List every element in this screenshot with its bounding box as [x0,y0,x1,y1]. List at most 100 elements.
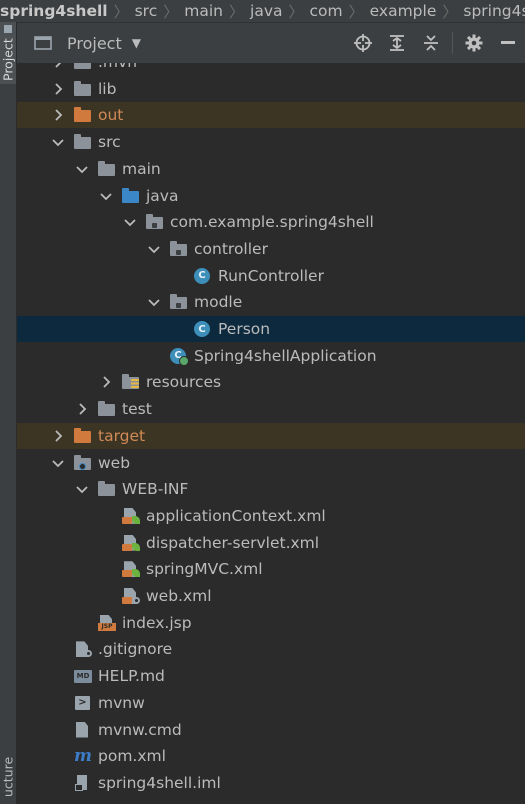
tree-row[interactable]: WEB-INF [17,476,525,502]
package-icon [170,294,188,310]
tree-row[interactable]: web.xml [17,583,525,609]
structure-tab-label: ucture [0,756,16,798]
breadcrumb-item[interactable]: java [246,2,286,20]
module-file-icon [74,774,92,791]
chevron-right-icon[interactable] [51,63,65,69]
chevron-down-icon[interactable] [51,135,65,149]
chevron-right-icon[interactable] [99,375,113,389]
tree-row[interactable]: applicationContext.xml [17,503,525,529]
tree-row[interactable]: C RunController [17,263,525,289]
tree-item-label: .gitignore [98,640,173,659]
breadcrumb-item[interactable]: com [306,2,347,20]
project-tree: .mvn lib out src main java com.example.spring4… [17,63,525,804]
tree-item-label: out [98,106,124,125]
tree-row[interactable]: target [17,422,525,449]
tree-row[interactable]: out [17,102,525,129]
tree-row[interactable]: > mvnw [17,690,525,716]
class-icon: C [194,267,212,284]
tree-item-label: mvnw.cmd [98,720,182,739]
spring-xml-icon [122,561,140,578]
tree-row[interactable]: dispatcher-servlet.xml [17,530,525,556]
web-folder-icon [74,454,92,471]
chevron-down-icon[interactable] [147,242,161,256]
tree-item-label: Spring4shellApplication [194,346,377,365]
tree-item-label: dispatcher-servlet.xml [146,533,320,552]
tree-row[interactable]: main [17,156,525,182]
chevron-right-icon[interactable] [51,108,65,122]
tree-item-label: main [122,159,161,178]
tree-item-label: target [98,426,146,445]
tree-row[interactable]: .gitignore [17,636,525,662]
chevron-down-icon[interactable] [75,482,89,496]
folder-icon [98,401,116,417]
tree-row[interactable]: C Person [17,316,525,342]
excluded-folder-icon [74,427,92,444]
chevron-down-icon[interactable] [99,189,113,203]
tree-row[interactable]: com.example.spring4shell [17,209,525,235]
tree-row[interactable]: m pom.xml [17,743,525,769]
left-tool-stripe [0,22,17,804]
breadcrumb-item[interactable]: src [131,2,162,20]
tree-item-label: .mvn [98,63,137,71]
tree-item-label: index.jsp [122,613,192,632]
breadcrumb-item[interactable]: spring4shell [0,2,112,20]
locate-file-icon[interactable] [346,23,380,63]
breadcrumb-separator-icon: 〉 [348,2,364,21]
gear-icon[interactable] [457,23,491,63]
collapse-all-icon[interactable] [414,23,448,63]
tree-row[interactable]: java [17,183,525,209]
structure-tool-window-tab[interactable]: ucture [0,750,16,804]
chevron-right-icon[interactable] [75,402,89,416]
excluded-folder-icon [74,107,92,123]
project-tab-icon [4,24,12,33]
maven-icon: m [74,746,92,767]
tree-row[interactable]: mvnw.cmd [17,717,525,743]
class-icon: C [194,321,212,337]
project-view-selector[interactable]: Project [67,34,122,53]
chevron-down-icon[interactable] [147,295,161,309]
chevron-down-icon[interactable] [51,456,65,470]
tree-row[interactable]: controller [17,236,525,262]
chevron-down-icon[interactable] [75,162,89,176]
breadcrumb-item[interactable]: example [366,2,441,20]
shell-script-icon: > [74,695,92,711]
package-icon [170,240,188,257]
tree-item-label: pom.xml [98,747,166,766]
tree-row[interactable]: modle [17,289,525,315]
breadcrumb-item[interactable]: main [180,2,227,20]
tree-item-label: mvnw [98,693,145,712]
spring-xml-icon [122,534,140,551]
tree-row[interactable]: lib [17,76,525,102]
chevron-down-icon[interactable] [123,215,137,229]
chevron-right-icon[interactable] [51,82,65,96]
tree-row[interactable]: resources [17,369,525,395]
breadcrumb-separator-icon: 〉 [288,2,304,21]
tree-row[interactable]: C Spring4shellApplication [17,343,525,369]
tree-row[interactable]: .mvn [17,63,525,75]
expand-all-icon[interactable] [380,23,414,63]
tree-scrollbar[interactable] [520,63,525,804]
tree-row[interactable]: springMVC.xml [17,556,525,582]
project-tool-window-tab[interactable]: Project [0,22,16,84]
tree-row[interactable]: src [17,129,525,155]
tree-item-label: com.example.spring4shell [170,213,374,232]
chevron-down-icon[interactable]: ▼ [132,36,141,50]
source-folder-icon [122,187,140,204]
tree-row[interactable]: spring4shell.iml [17,770,525,796]
breadcrumb-separator-icon: 〉 [113,2,129,21]
hide-panel-icon[interactable] [491,23,525,63]
tree-row[interactable]: JSP index.jsp [17,610,525,636]
breadcrumb-item[interactable]: spring4shell [459,2,525,20]
tree-row[interactable]: MD HELP.md [17,663,525,689]
project-toolbar: Project ▼ [17,23,525,63]
spring-xml-icon [122,507,140,524]
tree-item-label: test [122,400,152,419]
tree-item-label: modle [194,293,243,312]
chevron-right-icon[interactable] [51,429,65,443]
text-file-icon [74,721,92,738]
folder-icon [74,63,92,70]
tree-row[interactable]: web [17,450,525,476]
tree-row[interactable]: test [17,396,525,422]
tree-item-label: WEB-INF [122,480,189,499]
tree-item-label: lib [98,79,117,98]
